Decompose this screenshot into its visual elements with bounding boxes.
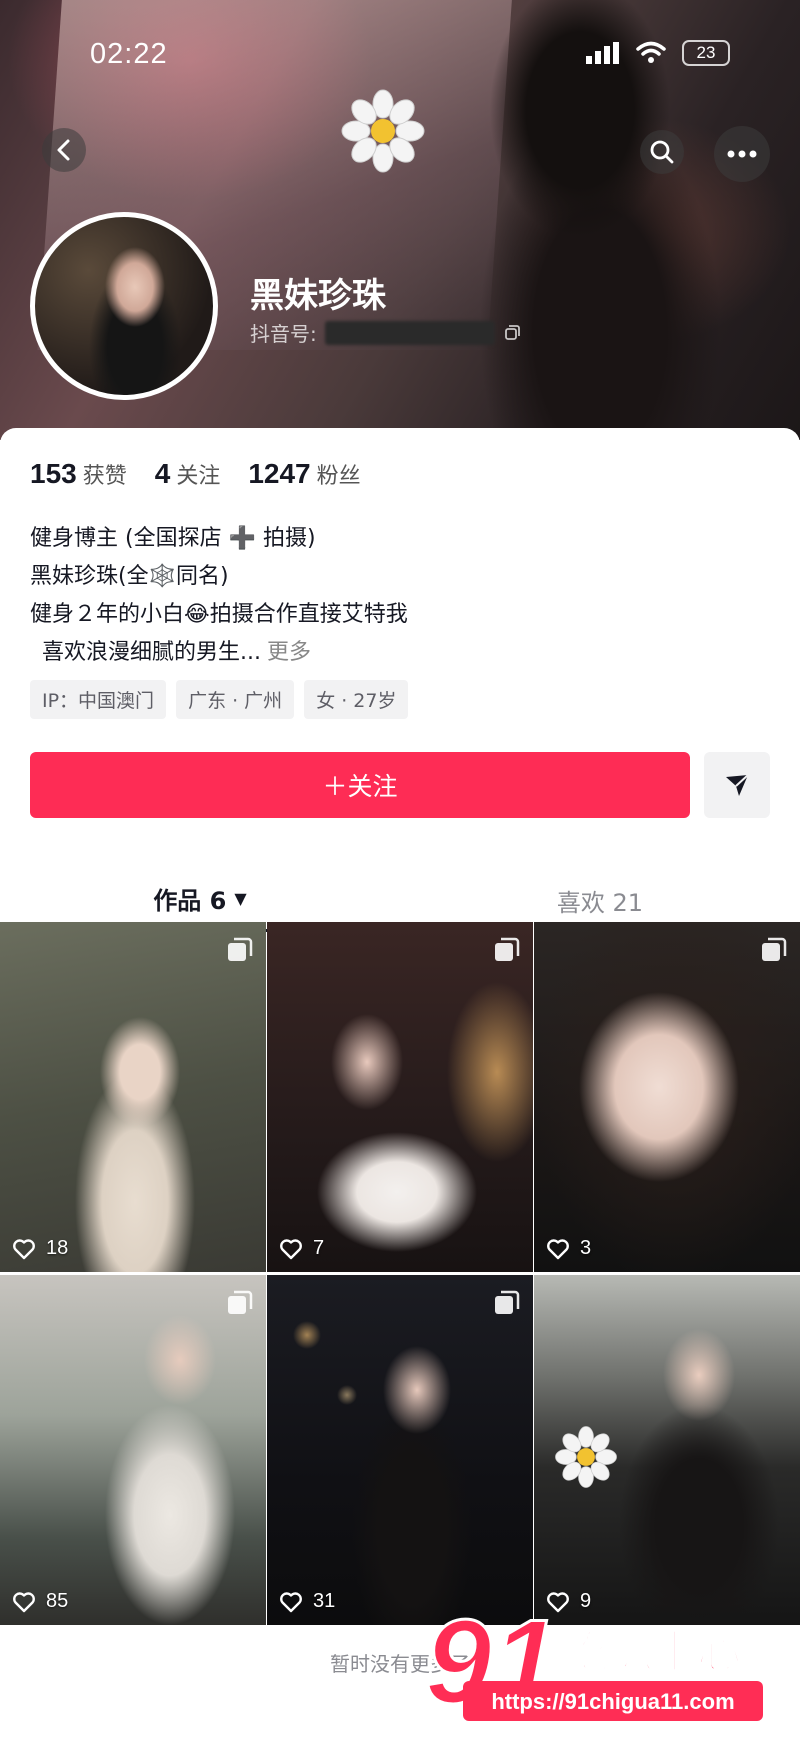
avatar[interactable] [30, 212, 218, 400]
send-icon [726, 774, 749, 796]
stat-value: 4 [154, 458, 171, 489]
profile-tags: IP：中国澳门 广东 · 广州 女 · 27岁 [30, 680, 409, 719]
tab-works-label: 作品 6 [153, 887, 227, 915]
flower-balloon-icon [555, 1426, 617, 1488]
heart-icon [547, 1238, 569, 1259]
profile-nickname: 黑妹珍珠 [250, 276, 386, 316]
like-count: 85 [12, 1590, 68, 1613]
tag-ip-location: IP：中国澳门 [30, 680, 167, 719]
stat-following[interactable]: 4 关注 [155, 458, 221, 490]
share-button[interactable] [704, 752, 770, 818]
bio-line: 喜欢浪漫细腻的男生... 更多 [30, 634, 408, 672]
bio-line-text: 喜欢浪漫细腻的男生... [42, 640, 261, 665]
video-thumbnail[interactable]: 7 [267, 922, 533, 1272]
stat-value: 153 [30, 458, 77, 489]
stat-label: 粉丝 [316, 464, 361, 489]
site-watermark-logo: 91 吃瓜中心 https://91chigua11.com [425, 1594, 763, 1731]
wifi-icon [636, 41, 666, 63]
heart-icon [13, 1238, 35, 1259]
like-count-value: 85 [46, 1590, 69, 1612]
image-set-icon [228, 1290, 253, 1314]
like-count: 3 [546, 1237, 591, 1260]
tag-region: 广东 · 广州 [176, 680, 295, 719]
stat-value: 1247 [248, 458, 311, 489]
like-count-value: 7 [313, 1237, 325, 1259]
status-icons: 23 [586, 40, 730, 66]
caret-down-icon: ▼ [234, 889, 247, 908]
status-time: 02:22 [90, 38, 168, 70]
tag-gender-age: 女 · 27岁 [304, 680, 409, 719]
stat-label: 获赞 [82, 464, 127, 489]
like-count: 31 [279, 1590, 335, 1613]
chevron-left-icon [57, 139, 70, 161]
video-thumbnail[interactable]: 3 [534, 922, 800, 1272]
more-dots-icon [727, 150, 757, 158]
stat-likes[interactable]: 153 获赞 [30, 458, 127, 490]
bio-more-link[interactable]: 更多 [267, 640, 311, 665]
more-options-button[interactable] [714, 126, 770, 182]
like-count: 7 [279, 1237, 324, 1260]
image-set-icon [495, 937, 520, 961]
bio-line: 健身博主 (全国探店 ➕ 拍摄) [30, 526, 316, 551]
profile-stats: 153 获赞 4 关注 1247 粉丝 [30, 458, 361, 490]
signal-icon [586, 42, 619, 64]
search-button[interactable] [640, 130, 684, 174]
like-count-value: 18 [46, 1237, 69, 1259]
battery-indicator: 23 [682, 40, 730, 66]
heart-icon [280, 1591, 302, 1612]
douyin-id-label: 抖音号: [250, 322, 317, 346]
douyin-id[interactable]: 抖音号: [250, 318, 521, 347]
video-thumbnail[interactable]: 85 [0, 1275, 266, 1625]
profile-bio: 健身博主 (全国探店 ➕ 拍摄) 黑妹珍珠(全🕸️同名) 健身２年的小白😂拍摄合… [30, 520, 408, 672]
video-thumbnail[interactable]: 9 [534, 1275, 800, 1625]
flower-balloon-icon [341, 89, 425, 173]
like-count-value: 31 [313, 1590, 336, 1612]
back-button[interactable] [42, 128, 86, 172]
douyin-id-redacted [324, 320, 495, 345]
tab-likes-label: 喜欢 21 [556, 888, 644, 917]
image-set-icon [495, 1290, 520, 1314]
video-thumbnail[interactable]: 31 [267, 1275, 533, 1625]
bio-line: 黑妹珍珠(全🕸️同名) [30, 564, 229, 589]
video-thumbnail[interactable]: 18 [0, 922, 266, 1272]
copy-icon[interactable] [503, 324, 521, 342]
like-count: 18 [12, 1237, 68, 1260]
video-grid: 18 7 3 85 31 9 [0, 922, 800, 1625]
stat-label: 关注 [176, 464, 221, 489]
search-icon [650, 140, 674, 164]
profile-banner: 02:22 23 黑妹珍珠 抖音号: [0, 0, 800, 440]
image-set-icon [762, 937, 787, 961]
bio-line: 健身２年的小白😂拍摄合作直接艾特我 [30, 602, 408, 627]
watermark-brand-text: 吃瓜中心 [565, 1627, 741, 1678]
follow-button[interactable]: ＋关注 [30, 752, 690, 818]
banner-person-image [470, 0, 730, 440]
stat-followers[interactable]: 1247 粉丝 [248, 458, 360, 490]
like-count-value: 3 [580, 1237, 592, 1259]
heart-icon [280, 1238, 302, 1259]
image-set-icon [228, 937, 253, 961]
watermark-url: https://91chigua11.com [491, 1689, 734, 1714]
heart-icon [13, 1591, 35, 1612]
